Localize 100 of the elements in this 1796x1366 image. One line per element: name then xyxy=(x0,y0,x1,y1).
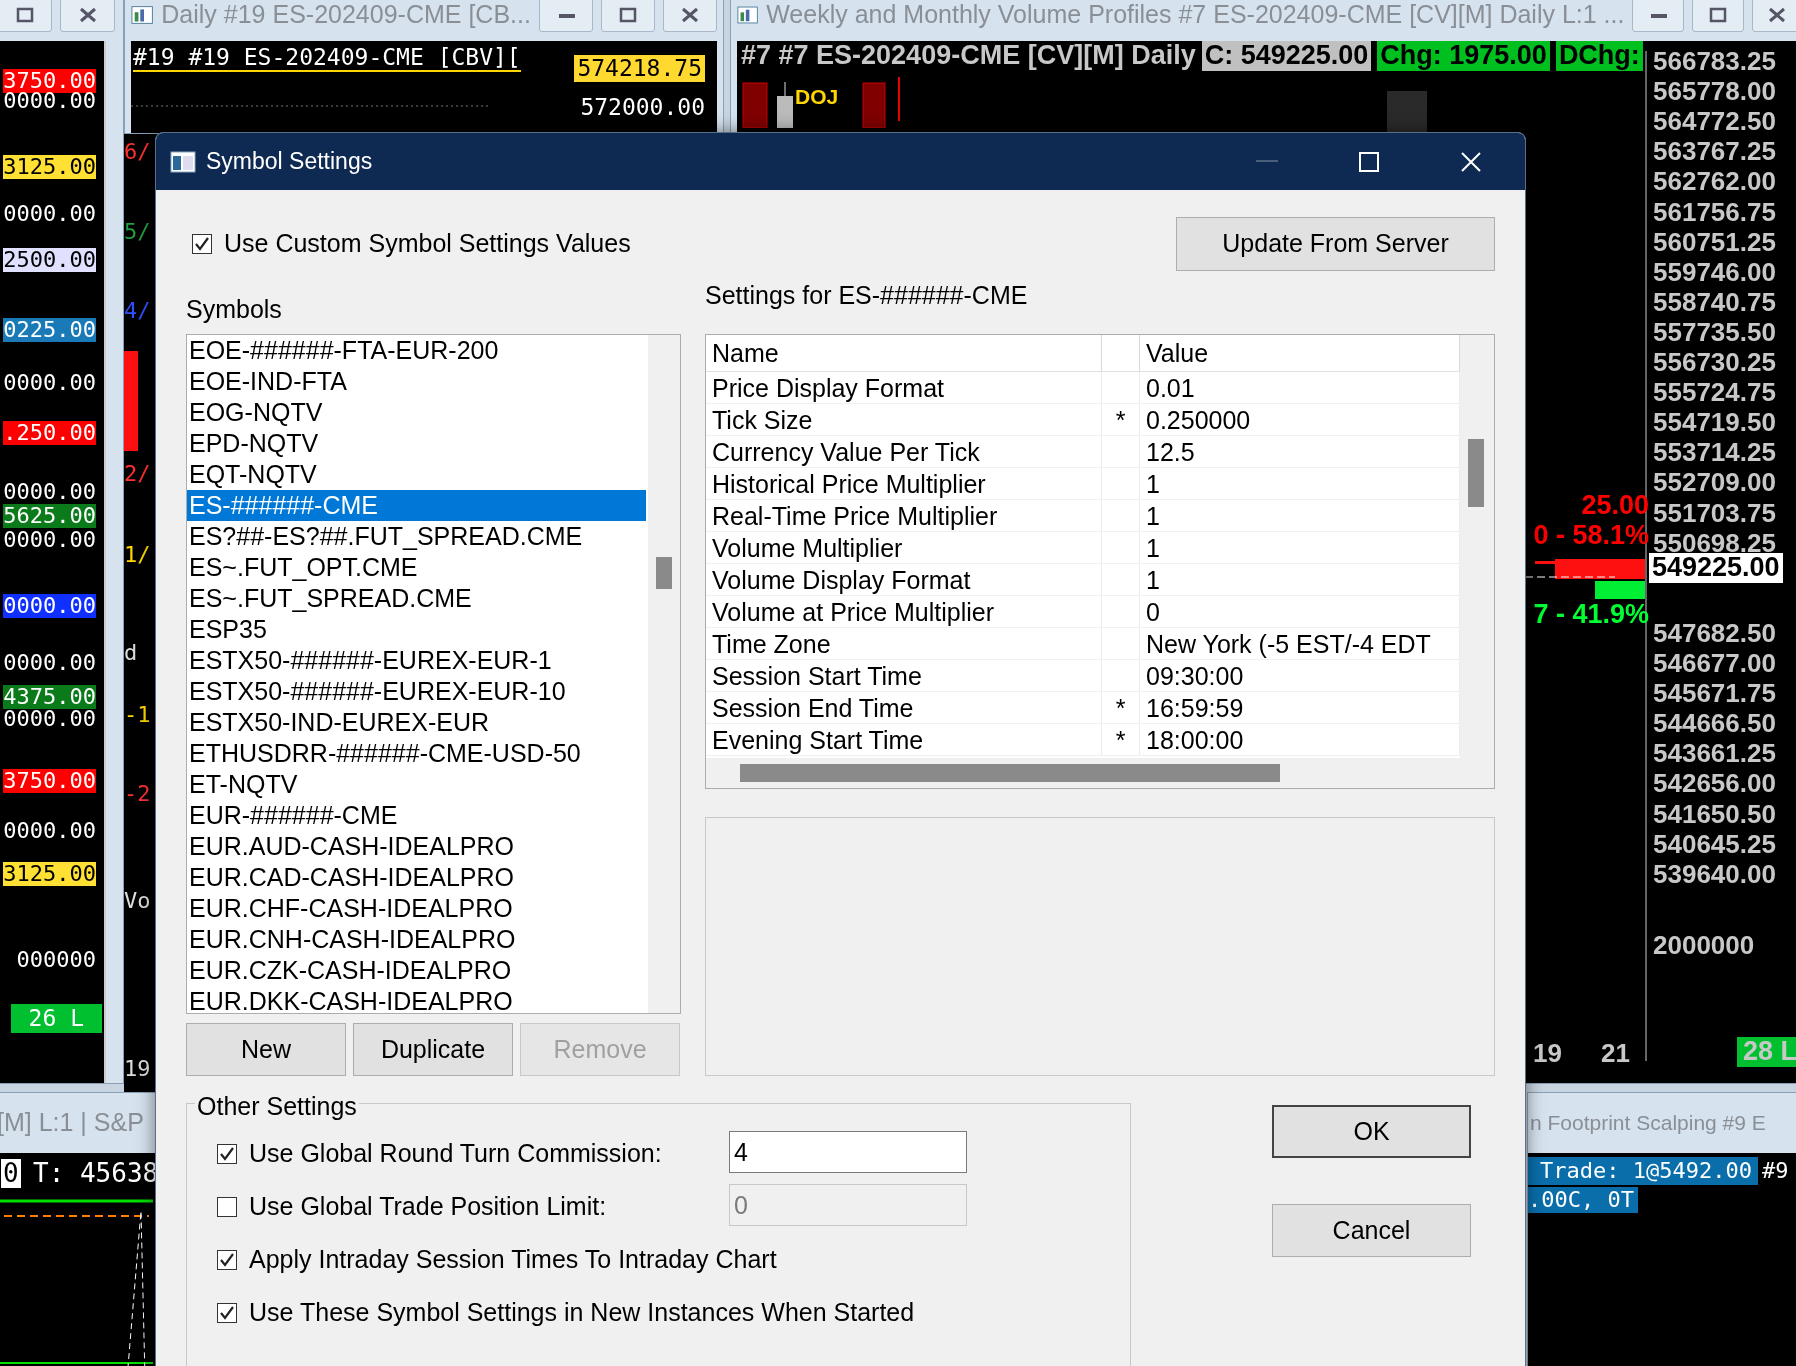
table-cell: Evening Start Time xyxy=(706,724,1102,755)
checkbox-label: Use These Symbol Settings in New Instances When Started xyxy=(249,1297,915,1329)
stat-label: 7 - 41.9% xyxy=(1533,600,1649,630)
table-cell: * xyxy=(1102,404,1140,435)
axis-label: 540645.25 xyxy=(1653,829,1776,859)
list-item[interactable]: EOG-NQTV xyxy=(187,397,646,428)
checkbox[interactable] xyxy=(217,1144,237,1164)
axis-label: 6/ xyxy=(124,140,151,165)
tag-label: #9 xyxy=(1762,1159,1789,1184)
maximize-icon[interactable] xyxy=(1359,151,1379,172)
window-title: Symbol Settings xyxy=(206,147,374,177)
list-item[interactable]: EUR.CZK-CASH-IDEALPRO xyxy=(187,955,646,986)
check-icon xyxy=(219,1252,235,1268)
axis-label: 5/ xyxy=(124,220,151,245)
input-field[interactable]: 4 xyxy=(729,1131,967,1173)
close-icon[interactable] xyxy=(1767,6,1788,24)
checkbox-label: Use Global Round Turn Commission: xyxy=(249,1138,662,1170)
list-item[interactable]: EQT-NQTV xyxy=(187,459,646,490)
close-icon[interactable] xyxy=(77,6,98,24)
axis-label: 2/ xyxy=(124,462,151,487)
scrollbar[interactable] xyxy=(706,758,1494,788)
maximize-icon[interactable] xyxy=(1707,6,1728,24)
price-label: 0000.00 xyxy=(3,202,96,227)
checkbox[interactable] xyxy=(217,1303,237,1323)
list-action-button[interactable]: Duplicate xyxy=(353,1023,513,1076)
table-cell: Currency Value Per Tick xyxy=(706,436,1102,467)
price-badge: C: 549225.00 xyxy=(1201,41,1372,71)
axis-label: 2000000 xyxy=(1653,931,1755,960)
axis-label: 559746.00 xyxy=(1653,257,1776,287)
checkbox-label: Use Custom Symbol Settings Values xyxy=(224,228,631,260)
axis-label: 563767.25 xyxy=(1653,137,1776,166)
list-item[interactable]: ES~.FUT_SPREAD.CME xyxy=(187,583,646,614)
maximize-icon[interactable] xyxy=(14,6,35,24)
scrollbar[interactable] xyxy=(648,335,680,1013)
axis-label: 552709.00 xyxy=(1653,468,1776,497)
list-item[interactable]: EUR-######-CME xyxy=(187,800,646,831)
maximize-icon[interactable] xyxy=(617,6,638,24)
price-label: 0000.00 xyxy=(3,371,96,396)
axis-label: 553714.25 xyxy=(1653,438,1776,467)
window-title: Daily #19 ES-202409-CME [CB... xyxy=(161,0,531,31)
table-cell: Session End Time xyxy=(706,692,1102,723)
price-label: 0000.00 xyxy=(3,594,96,619)
scrollbar[interactable] xyxy=(1460,335,1494,758)
list-item[interactable]: EOE-IND-FTA xyxy=(187,366,646,397)
list-action-button[interactable]: New xyxy=(186,1023,346,1076)
axis-label: 543661.25 xyxy=(1653,739,1776,768)
list-item[interactable]: EUR.CHF-CASH-IDEALPRO xyxy=(187,893,646,924)
footer-badge: 28 L xyxy=(1737,1037,1796,1067)
list-item[interactable]: ES~.FUT_OPT.CME xyxy=(187,552,646,583)
list-item[interactable]: ESP35 xyxy=(187,614,646,645)
list-item[interactable]: EUR.AUD-CASH-IDEALPRO xyxy=(187,831,646,862)
axis-label: 561756.75 xyxy=(1653,197,1776,227)
summary-label: .00C, 0T xyxy=(1528,1187,1638,1214)
price-label: 0000.00 xyxy=(3,707,96,732)
list-item[interactable]: EUR.DKK-CASH-IDEALPRO xyxy=(187,986,646,1013)
list-item[interactable]: ES-######-CME xyxy=(187,490,646,521)
window-title: Weekly and Monthly Volume Profiles #7 ES-202409-CME [CV][M] Daily L:1 ... xyxy=(766,0,1625,31)
checkbox[interactable] xyxy=(192,234,212,254)
candle xyxy=(862,82,886,128)
close-icon[interactable] xyxy=(680,6,700,24)
table-cell: * xyxy=(1102,692,1140,723)
price-label: 3750.00 xyxy=(3,769,96,794)
window-title: n Footprint Scalping #9 E xyxy=(1530,1110,1766,1137)
table-cell: Real-Time Price Multiplier xyxy=(706,500,1102,531)
list-item[interactable]: ETHUSDRR-######-CME-USD-50 xyxy=(187,738,646,769)
list-item[interactable]: ET-NQTV xyxy=(187,769,646,800)
price-label: 572000.00 xyxy=(580,95,705,121)
table-cell: Price Display Format xyxy=(706,372,1102,403)
list-item[interactable]: EUR.CNH-CASH-IDEALPRO xyxy=(187,924,646,955)
update-button[interactable]: Update From Server xyxy=(1176,217,1495,271)
checkbox[interactable] xyxy=(217,1250,237,1270)
check-icon xyxy=(219,1146,235,1162)
axis-label: Vo xyxy=(124,889,151,914)
footer-badge: 26 L xyxy=(10,1004,102,1034)
symbols-list[interactable] xyxy=(186,334,681,1014)
list-item[interactable]: EOE-######-FTA-EUR-200 xyxy=(187,335,646,366)
last-price-badge: 549225.00 xyxy=(1649,553,1783,583)
table-cell: Session Start Time xyxy=(706,660,1102,691)
date-label: 19 xyxy=(1533,1039,1562,1068)
list-item[interactable]: ESTX50-######-EUREX-EUR-10 xyxy=(187,676,646,707)
axis-label: 566783.25 xyxy=(1653,47,1776,76)
list-item[interactable]: ESTX50-######-EUREX-EUR-1 xyxy=(187,645,646,676)
table-cell: Tick Size xyxy=(706,404,1102,435)
axis-label: 560751.25 xyxy=(1653,227,1776,257)
candle xyxy=(777,82,793,128)
axis-label: 541650.50 xyxy=(1653,799,1776,829)
list-item[interactable]: ES?##-ES?##.FUT_SPREAD.CME xyxy=(187,521,646,552)
candle xyxy=(742,82,768,128)
list-item[interactable]: EPD-NQTV xyxy=(187,428,646,459)
table-cell: * xyxy=(1102,724,1140,755)
ok-button[interactable]: OK xyxy=(1272,1105,1471,1158)
cancel-button[interactable]: Cancel xyxy=(1272,1204,1471,1257)
list-item[interactable]: ESTX50-IND-EUREX-EUR xyxy=(187,707,646,738)
column-header: Name xyxy=(706,335,1102,371)
list-item[interactable]: EUR.CAD-CASH-IDEALPRO xyxy=(187,862,646,893)
price-label: 0000.00 xyxy=(3,819,96,844)
price-label: 000000 xyxy=(16,948,96,973)
table-cell: Volume Multiplier xyxy=(706,532,1102,563)
axis-label: d xyxy=(124,641,138,666)
price-badge: Chg: 1975.00 xyxy=(1377,41,1550,71)
